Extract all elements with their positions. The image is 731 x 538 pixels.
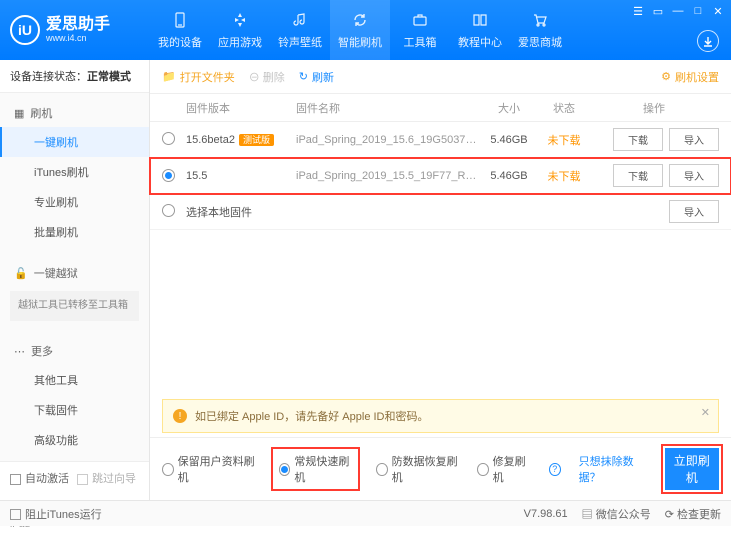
open-folder-button[interactable]: 📁打开文件夹: [162, 69, 235, 85]
nav-store[interactable]: 爱思商城: [510, 0, 570, 60]
appleid-warning: ! 如已绑定 Apple ID，请先备好 Apple ID和密码。 ✕: [162, 399, 719, 433]
nav-flash[interactable]: 智能刷机: [330, 0, 390, 60]
flash-icon: ▦: [14, 107, 24, 120]
download-button[interactable]: 下载: [613, 128, 663, 151]
wechat-link[interactable]: ▤ 微信公众号: [582, 506, 651, 522]
sidebar-group-more[interactable]: ⋯更多: [0, 337, 149, 365]
import-button[interactable]: 导入: [669, 200, 719, 223]
radio-icon[interactable]: [162, 132, 175, 145]
update-icon: ⟳: [665, 509, 674, 521]
nav-toolbox[interactable]: 工具箱: [390, 0, 450, 60]
sidebar-item-download[interactable]: 下载固件: [0, 395, 149, 425]
opt-keep-data[interactable]: 保留用户资料刷机: [162, 453, 255, 485]
app-name: 爱思助手: [46, 16, 110, 34]
nav-ringtone[interactable]: 铃声壁纸: [270, 0, 330, 60]
gear-icon: ⚙: [661, 70, 671, 83]
sidebar-item-oneclick[interactable]: 一键刷机: [0, 127, 149, 157]
refresh-button[interactable]: ↻刷新: [299, 69, 334, 85]
import-button[interactable]: 导入: [669, 128, 719, 151]
music-icon: [290, 10, 310, 30]
app-url: www.i4.cn: [46, 34, 110, 44]
radio-icon[interactable]: [162, 204, 175, 217]
download-button[interactable]: 下载: [613, 164, 663, 187]
skin-icon[interactable]: ▭: [651, 4, 665, 18]
firmware-row[interactable]: 15.6beta2测试版 iPad_Spring_2019_15.6_19G50…: [150, 122, 731, 158]
wechat-icon: ▤: [582, 509, 593, 521]
version-label: V7.98.61: [524, 508, 568, 520]
flash-now-button[interactable]: 立即刷机: [665, 448, 719, 490]
import-button[interactable]: 导入: [669, 164, 719, 187]
delete-button[interactable]: ⊖ 删除: [249, 69, 285, 85]
firmware-row[interactable]: 15.5 iPad_Spring_2019_15.5_19F77_Restore…: [150, 158, 731, 194]
erase-data-link[interactable]: 只想抹除数据？: [579, 453, 647, 485]
download-manager-icon[interactable]: [697, 30, 719, 52]
close-icon[interactable]: ✕: [711, 4, 725, 18]
local-firmware-row[interactable]: 选择本地固件 导入: [150, 194, 731, 230]
nav-apps[interactable]: 应用游戏: [210, 0, 270, 60]
sidebar-item-tools[interactable]: 其他工具: [0, 365, 149, 395]
opt-repair[interactable]: 修复刷机: [477, 453, 531, 485]
auto-activate-checkbox[interactable]: 自动激活: [10, 470, 69, 486]
app-logo-icon: iU: [10, 15, 40, 45]
sidebar-group-flash[interactable]: ▦刷机: [0, 99, 149, 127]
toolbox-icon: [410, 10, 430, 30]
check-update-link[interactable]: ⟳ 检查更新: [665, 506, 721, 522]
minimize-icon[interactable]: —: [671, 4, 685, 18]
sidebar-group-jailbreak[interactable]: 🔓一键越狱: [0, 259, 149, 287]
col-version: 固件版本: [186, 100, 296, 116]
skip-guide-checkbox[interactable]: 跳过向导: [77, 470, 136, 486]
opt-protect-data[interactable]: 防数据恢复刷机: [376, 453, 459, 485]
folder-icon: 📁: [162, 70, 176, 83]
connection-status: 设备连接状态：正常模式: [0, 60, 149, 93]
more-icon: ⋯: [14, 345, 25, 358]
nav-my-device[interactable]: 我的设备: [150, 0, 210, 60]
app-icon: [230, 10, 250, 30]
lock-icon: 🔓: [14, 267, 28, 280]
opt-normal-flash[interactable]: 常规快速刷机: [273, 449, 358, 489]
nav-tutorial[interactable]: 教程中心: [450, 0, 510, 60]
close-warning-icon[interactable]: ✕: [701, 406, 710, 419]
warning-icon: !: [173, 409, 187, 423]
col-status: 状态: [539, 100, 589, 116]
book-icon: [470, 10, 490, 30]
sidebar-item-itunes[interactable]: iTunes刷机: [0, 157, 149, 187]
col-size: 大小: [479, 100, 539, 116]
maximize-icon[interactable]: □: [691, 4, 705, 18]
cart-icon: [530, 10, 550, 30]
sidebar-item-pro[interactable]: 专业刷机: [0, 187, 149, 217]
jailbreak-note: 越狱工具已转移至工具箱: [10, 291, 139, 321]
refresh-icon: ↻: [299, 70, 308, 83]
radio-icon[interactable]: [162, 169, 175, 182]
col-name: 固件名称: [296, 100, 479, 116]
sidebar-item-advanced[interactable]: 高级功能: [0, 425, 149, 455]
menu-icon[interactable]: ☰: [631, 4, 645, 18]
flash-settings-button[interactable]: ⚙刷机设置: [661, 69, 719, 85]
block-itunes-checkbox[interactable]: 阻止iTunes运行: [10, 506, 102, 522]
col-ops: 操作: [589, 100, 719, 116]
sidebar-item-batch[interactable]: 批量刷机: [0, 217, 149, 247]
beta-badge: 测试版: [239, 134, 274, 146]
phone-icon: [170, 10, 190, 30]
info-icon[interactable]: ?: [549, 463, 561, 476]
refresh-icon: [350, 10, 370, 30]
